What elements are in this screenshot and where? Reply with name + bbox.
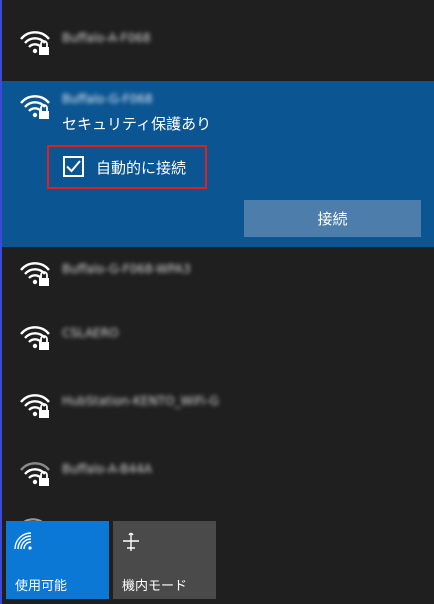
- network-item[interactable]: CSLAERO: [2, 300, 434, 370]
- wifi-secured-icon: [20, 95, 50, 119]
- network-item[interactable]: Buffalo-G-F068-WPA3: [2, 236, 434, 306]
- network-item[interactable]: Buffalo-A-B44A: [2, 436, 434, 506]
- wifi-secured-icon: [20, 462, 50, 486]
- network-item[interactable]: HubStation-KENTO_WiFi-G: [2, 368, 434, 438]
- airplane-icon: [123, 532, 139, 551]
- wifi-tile-label: 使用可能: [15, 579, 68, 594]
- network-ssid: Buffalo-G-F068: [62, 92, 153, 106]
- checkmark-icon: [66, 160, 81, 173]
- connect-button[interactable]: 接続: [244, 200, 421, 237]
- wifi-secured-icon: [20, 262, 50, 286]
- network-ssid: CSLAERO: [62, 326, 119, 340]
- wifi-secured-icon: [20, 394, 50, 418]
- network-ssid: HubStation-KENTO_WiFi-G: [62, 394, 219, 408]
- auto-connect-highlight: 自動的に接続: [47, 145, 207, 189]
- wifi-secured-icon: [20, 31, 50, 55]
- wifi-toggle-tile[interactable]: 使用可能: [6, 521, 109, 599]
- airplane-tile-label: 機内モード: [122, 579, 188, 594]
- network-item[interactable]: Buffalo-A-F068: [2, 5, 434, 75]
- security-status: セキュリティ保護あり: [62, 115, 212, 133]
- airplane-mode-tile[interactable]: 機内モード: [113, 521, 216, 599]
- wifi-icon: [14, 532, 32, 550]
- auto-connect-label[interactable]: 自動的に接続: [96, 157, 186, 178]
- network-item-selected[interactable]: Buffalo-G-F068 セキュリティ保護あり 自動的に接続 接続: [2, 81, 434, 247]
- wifi-secured-icon: [20, 326, 50, 350]
- network-ssid: Buffalo-G-F068-WPA3: [62, 262, 191, 276]
- network-ssid: Buffalo-A-F068: [62, 31, 151, 45]
- auto-connect-checkbox[interactable]: [63, 156, 84, 177]
- network-ssid: Buffalo-A-B44A: [62, 462, 152, 476]
